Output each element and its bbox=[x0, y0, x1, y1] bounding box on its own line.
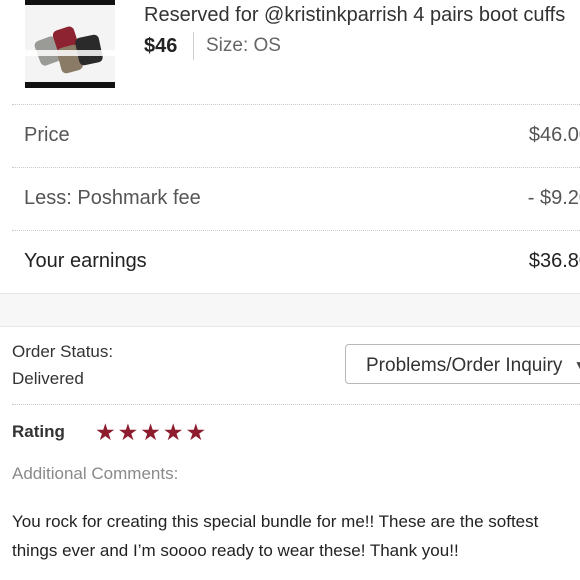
listing-price: $46 bbox=[144, 35, 178, 57]
boot-cuffs-photo-icon bbox=[25, 5, 115, 82]
star-icon: ★ bbox=[162, 419, 184, 445]
rating-stars: ★ ★ ★ ★ ★ bbox=[95, 419, 206, 445]
listing-title[interactable]: Reserved for @kristinkparrish 4 pairs bo… bbox=[144, 4, 565, 27]
listing-summary[interactable]: Reserved for @kristinkparrish 4 pairs bo… bbox=[0, 0, 580, 103]
order-status-label: Order Status: bbox=[12, 342, 114, 361]
caret-down-icon: ▼ bbox=[574, 358, 580, 372]
earnings-row: Your earnings $36.80 bbox=[0, 230, 580, 292]
comments-label: Additional Comments: bbox=[12, 464, 179, 483]
order-inquiry-dropdown[interactable]: Problems/Order Inquiry ▼ bbox=[345, 344, 580, 384]
order-status-value: Delivered bbox=[12, 369, 84, 388]
star-icon: ★ bbox=[185, 419, 207, 445]
order-inquiry-label: Problems/Order Inquiry bbox=[366, 355, 563, 376]
price-row: Price $46.00 bbox=[0, 104, 580, 166]
star-icon: ★ bbox=[117, 419, 139, 445]
star-icon: ★ bbox=[140, 419, 161, 445]
earnings-value: $36.80 bbox=[528, 250, 580, 272]
listing-thumbnail[interactable] bbox=[25, 0, 115, 88]
thumbnail-border-bottom bbox=[25, 82, 115, 88]
fee-value: - $9.20 bbox=[527, 187, 580, 209]
listing-size: Size: OS bbox=[206, 35, 281, 56]
earnings-label: Your earnings bbox=[24, 250, 147, 272]
comments-text: You rock for creating this special bundl… bbox=[12, 512, 539, 560]
section-separator bbox=[0, 293, 580, 327]
thumbnail-border-top bbox=[25, 0, 115, 5]
fee-label: Less: Poshmark fee bbox=[24, 187, 201, 209]
price-label: Price bbox=[24, 124, 70, 146]
divider bbox=[12, 404, 580, 405]
price-size-divider bbox=[193, 32, 194, 60]
rating-label: Rating bbox=[12, 422, 65, 441]
fee-row: Less: Poshmark fee - $9.20 bbox=[0, 167, 580, 229]
star-icon: ★ bbox=[95, 419, 116, 445]
price-value: $46.00 bbox=[528, 124, 580, 146]
